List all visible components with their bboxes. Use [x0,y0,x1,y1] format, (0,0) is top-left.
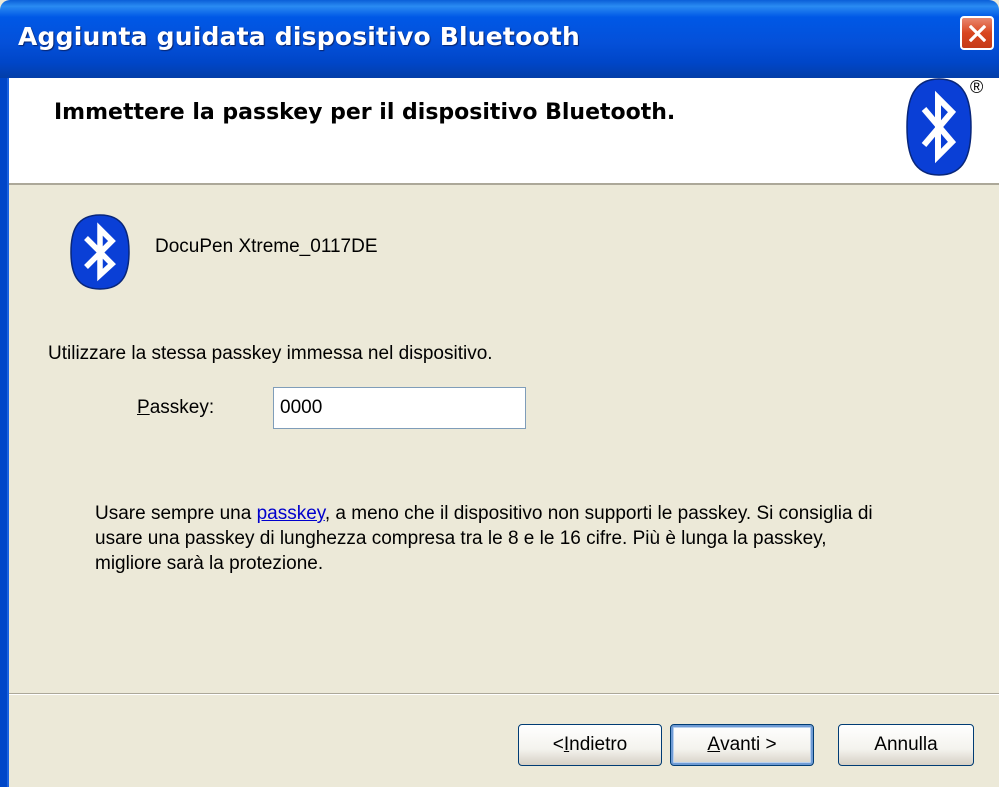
passkey-note: Usare sempre una passkey, a meno che il … [95,503,873,574]
back-button[interactable]: < Indietro [518,724,662,766]
title-bar: Aggiunta guidata dispositivo Bluetooth [0,0,999,78]
wizard-header: Immettere la passkey per il dispositivo … [9,78,999,185]
registered-mark: ® [970,77,984,97]
passkey-help-link[interactable]: passkey [257,503,325,524]
window-title: Aggiunta guidata dispositivo Bluetooth [18,22,580,51]
cancel-button[interactable]: Annulla [838,724,974,766]
passkey-label: Passkey: [137,397,215,418]
page-heading: Immettere la passkey per il dispositivo … [54,100,676,125]
window-frame-left [0,78,9,787]
close-icon [969,25,986,42]
passkey-input[interactable] [273,387,526,429]
bluetooth-device-icon [70,214,130,290]
device-name: DocuPen Xtreme_0117DE [155,236,378,257]
instruction-text: Utilizzare la stessa passkey immessa nel… [48,343,493,364]
next-button[interactable]: Avanti > [670,724,814,766]
bluetooth-logo-icon [906,78,972,176]
close-button[interactable] [960,16,994,50]
